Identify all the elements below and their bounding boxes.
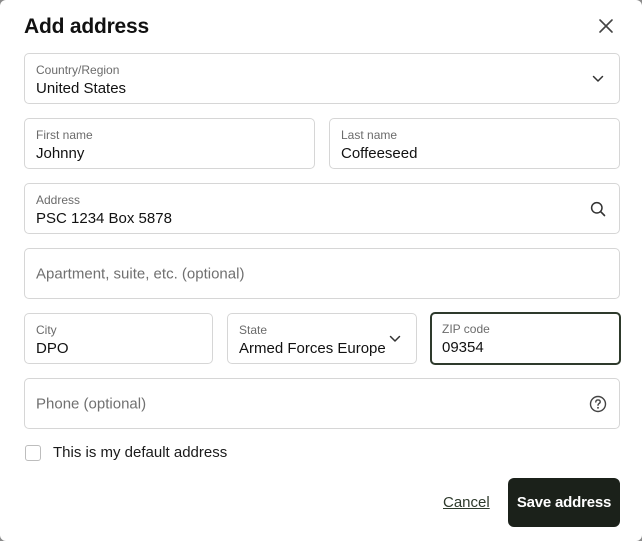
chevron-down-icon — [589, 70, 607, 88]
zip-code-field[interactable]: ZIP code 09354 — [430, 312, 621, 365]
phone-placeholder: Phone (optional) — [36, 395, 147, 412]
zip-code-label: ZIP code — [442, 322, 490, 336]
city-field[interactable]: City DPO — [24, 313, 213, 364]
country-select[interactable]: Country/Region United States — [24, 53, 620, 104]
address-value: PSC 1234 Box 5878 — [36, 210, 172, 227]
state-select[interactable]: State Armed Forces Europe — [227, 313, 417, 364]
last-name-field[interactable]: Last name Coffeeseed — [329, 118, 620, 169]
apartment-placeholder: Apartment, suite, etc. (optional) — [36, 265, 245, 282]
state-label: State — [239, 323, 268, 337]
chevron-down-icon — [386, 330, 404, 348]
state-value: Armed Forces Europe — [239, 340, 386, 357]
address-field[interactable]: Address PSC 1234 Box 5878 — [24, 183, 620, 234]
apartment-field[interactable]: Apartment, suite, etc. (optional) — [24, 248, 620, 299]
first-name-field[interactable]: First name Johnny — [24, 118, 315, 169]
add-address-dialog: Add address Country/Region United States… — [0, 0, 642, 541]
city-value: DPO — [36, 340, 69, 357]
phone-field[interactable]: Phone (optional) — [24, 378, 620, 429]
first-name-value: Johnny — [36, 145, 85, 162]
last-name-label: Last name — [341, 128, 398, 142]
country-label: Country/Region — [36, 63, 120, 77]
last-name-value: Coffeeseed — [341, 145, 418, 162]
default-address-option[interactable]: This is my default address — [25, 444, 227, 461]
search-icon[interactable] — [589, 200, 607, 218]
country-value: United States — [36, 80, 127, 97]
cancel-button[interactable]: Cancel — [443, 494, 490, 511]
dialog-title: Add address — [24, 15, 149, 38]
address-label: Address — [36, 193, 81, 207]
default-address-label: This is my default address — [53, 444, 228, 461]
close-icon — [599, 19, 613, 33]
city-label: City — [36, 323, 57, 337]
first-name-label: First name — [36, 128, 93, 142]
close-button[interactable] — [594, 14, 618, 38]
save-address-button[interactable]: Save address — [508, 478, 620, 527]
help-circle-icon[interactable] — [589, 395, 607, 413]
zip-code-value: 09354 — [442, 339, 484, 356]
default-address-checkbox[interactable] — [25, 444, 41, 461]
